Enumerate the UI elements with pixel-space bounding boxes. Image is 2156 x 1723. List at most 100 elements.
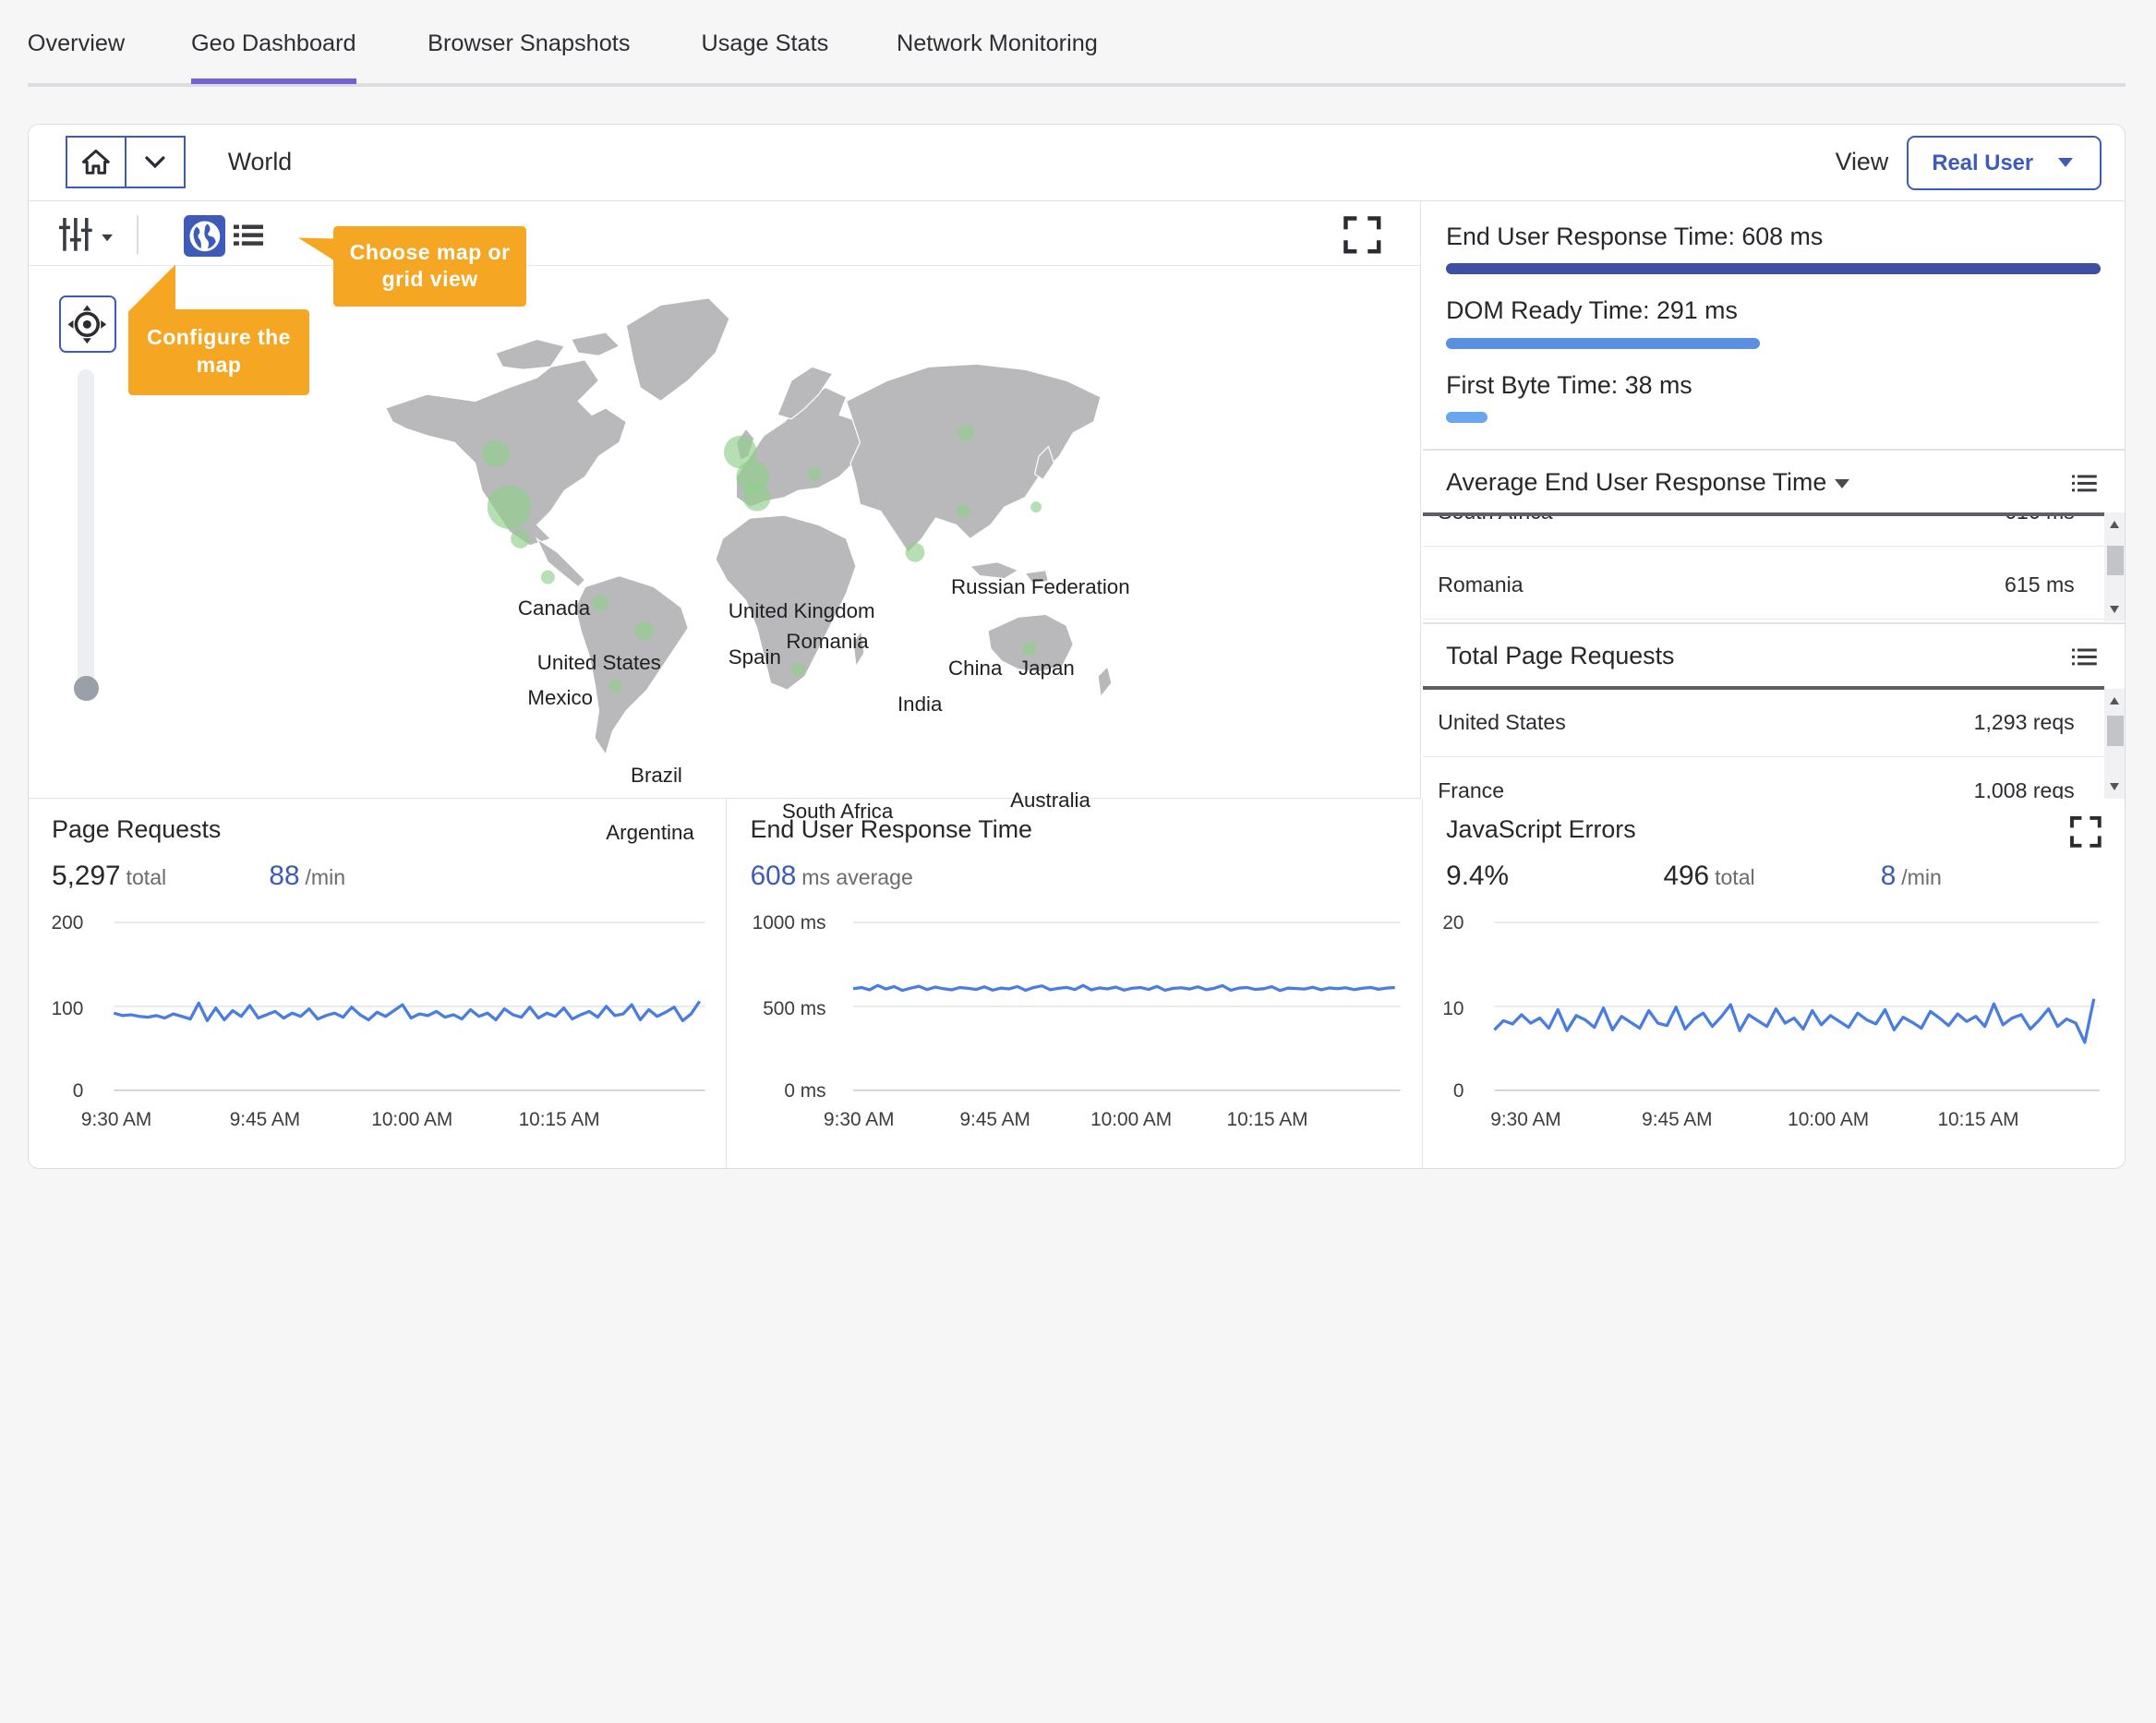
response-time-chart[interactable] bbox=[727, 799, 1423, 1169]
home-icon bbox=[81, 149, 110, 175]
map-view-button[interactable] bbox=[184, 215, 225, 257]
view-select[interactable]: Real User bbox=[1907, 135, 2102, 191]
page-requests-chart[interactable] bbox=[29, 799, 728, 1169]
map-fullscreen-button[interactable] bbox=[1342, 214, 1383, 256]
map-label-united-kingdom[interactable]: United Kingdom bbox=[729, 599, 875, 623]
pan-arrows-icon bbox=[67, 305, 107, 343]
avg-response-scrollbar[interactable] bbox=[2104, 512, 2126, 621]
grid-view-callout: Choose map or grid view bbox=[333, 226, 526, 307]
bubble-south-africa bbox=[791, 662, 806, 677]
map-label-spain[interactable]: Spain bbox=[729, 645, 781, 669]
end-user-response-bar bbox=[1446, 263, 2101, 275]
tab-geo-dashboard[interactable]: Geo Dashboard bbox=[190, 30, 356, 86]
bubble-russian-federation bbox=[958, 424, 975, 441]
scrollbar-thumb[interactable] bbox=[2107, 716, 2125, 747]
map-canada-arctic bbox=[495, 331, 621, 370]
row-country: France bbox=[1438, 778, 1505, 799]
bubble-india bbox=[905, 542, 925, 562]
table-row[interactable]: United States 1,293 reqs bbox=[1422, 690, 2105, 757]
series-line[interactable] bbox=[853, 983, 1396, 993]
series-line[interactable] bbox=[1493, 998, 2096, 1044]
response-time-panel: End User Response Time 608 ms average 100… bbox=[727, 798, 1423, 1169]
row-value: 1,008 reqs bbox=[1973, 778, 2075, 799]
tab-browser-snapshots[interactable]: Browser Snapshots bbox=[428, 30, 630, 57]
breadcrumb: World bbox=[227, 148, 293, 176]
avg-response-title: Average End User Response Time bbox=[1446, 468, 1827, 497]
tab-overview[interactable]: Overview bbox=[28, 30, 125, 57]
scroll-up-icon[interactable] bbox=[2110, 520, 2120, 528]
avg-response-table: South Africa 616 ms Romania 615 ms bbox=[1422, 512, 2105, 621]
total-requests-table: United States 1,293 reqs France 1,008 re… bbox=[1422, 685, 2105, 799]
map-label-united-states[interactable]: United States bbox=[537, 651, 661, 675]
map-label-mexico[interactable]: Mexico bbox=[527, 686, 593, 710]
bubble-brazil bbox=[634, 621, 655, 641]
divider bbox=[1422, 449, 2126, 451]
zoom-slider-track[interactable] bbox=[78, 369, 95, 700]
configure-map-callout: Configure the map bbox=[128, 264, 309, 396]
map-label-china[interactable]: China bbox=[948, 657, 1002, 681]
page-requests-panel: Page Requests 5,297 total 88/min 200 100 … bbox=[29, 798, 728, 1169]
first-byte-metric: First Byte Time: 38 ms bbox=[1446, 370, 1692, 399]
bubble-united-states bbox=[488, 485, 532, 529]
bubble-canada bbox=[482, 440, 511, 467]
scrollbar-thumb[interactable] bbox=[2107, 545, 2125, 576]
avg-response-dropdown[interactable]: Average End User Response Time bbox=[1446, 468, 1850, 497]
fullscreen-icon bbox=[1343, 216, 1381, 254]
world-map-land bbox=[385, 297, 1113, 756]
js-errors-panel: JavaScript Errors 9.4% 496 total 8/min 20… bbox=[1423, 799, 2126, 1169]
divider bbox=[1422, 622, 2126, 624]
grid-view-button[interactable] bbox=[228, 215, 270, 257]
map-label-india[interactable]: India bbox=[897, 693, 942, 717]
caret-down-icon bbox=[1835, 479, 1850, 488]
chevron-down-icon bbox=[145, 156, 165, 168]
tab-network-monitoring[interactable]: Network Monitoring bbox=[897, 30, 1098, 57]
world-map[interactable] bbox=[344, 271, 1128, 765]
end-user-response-metric: End User Response Time: 608 ms bbox=[1446, 222, 1824, 250]
table-row[interactable]: Romania 615 ms bbox=[1422, 552, 2105, 620]
toolbar-divider bbox=[137, 215, 139, 254]
caret-down-icon bbox=[2057, 158, 2073, 167]
zoom-slider-handle[interactable] bbox=[73, 676, 99, 701]
js-errors-chart[interactable] bbox=[1423, 799, 2126, 1169]
row-value: 1,293 reqs bbox=[1973, 709, 2075, 734]
bubble-central-america bbox=[541, 570, 556, 584]
row-value: 616 ms bbox=[2005, 516, 2075, 524]
table-row[interactable]: France 1,008 reqs bbox=[1423, 758, 2105, 799]
map-label-brazil[interactable]: Brazil bbox=[631, 764, 682, 788]
series-line[interactable] bbox=[113, 1000, 701, 1022]
home-button[interactable] bbox=[65, 135, 126, 188]
map-settings-button[interactable] bbox=[58, 215, 120, 254]
sliders-icon bbox=[58, 218, 113, 252]
map-pan-control[interactable] bbox=[58, 295, 117, 354]
drilldown-dropdown-button[interactable] bbox=[125, 135, 186, 188]
bubble-romania bbox=[808, 466, 823, 481]
tab-bar: Overview Geo Dashboard Browser Snapshots… bbox=[27, 0, 2126, 87]
scroll-down-icon[interactable] bbox=[2110, 605, 2120, 614]
tab-usage-stats[interactable]: Usage Stats bbox=[701, 30, 828, 57]
card-header: World View Real User bbox=[28, 125, 2126, 202]
row-country: Romania bbox=[1438, 572, 1524, 596]
first-byte-bar bbox=[1446, 412, 1488, 424]
bubble-colombia bbox=[592, 595, 609, 612]
scroll-up-icon[interactable] bbox=[2110, 695, 2120, 705]
dom-ready-metric: DOM Ready Time: 291 ms bbox=[1446, 296, 1738, 325]
map-label-romania[interactable]: Romania bbox=[786, 630, 868, 654]
total-requests-scrollbar[interactable] bbox=[2104, 688, 2126, 799]
metrics-column: End User Response Time: 608 ms DOM Ready… bbox=[1422, 201, 2126, 799]
row-value: 615 ms bbox=[2005, 572, 2075, 596]
list-icon[interactable] bbox=[2071, 647, 2097, 667]
map-toolbar bbox=[28, 201, 1421, 267]
table-row[interactable]: South Africa 616 ms bbox=[1422, 516, 2105, 547]
bubble-australia bbox=[1022, 641, 1037, 656]
bubble-argentina bbox=[608, 679, 623, 693]
bubble-japan bbox=[1030, 501, 1042, 512]
row-country: South Africa bbox=[1438, 516, 1552, 524]
map-label-canada[interactable]: Canada bbox=[518, 596, 590, 621]
map-label-japan[interactable]: Japan bbox=[1018, 657, 1075, 681]
row-country: United States bbox=[1438, 709, 1566, 734]
navigation-button-group bbox=[65, 135, 186, 191]
bubble-spain bbox=[743, 483, 771, 512]
map-label-russian-federation[interactable]: Russian Federation bbox=[951, 575, 1130, 599]
list-icon[interactable] bbox=[2071, 474, 2097, 493]
scroll-down-icon[interactable] bbox=[2110, 782, 2120, 791]
